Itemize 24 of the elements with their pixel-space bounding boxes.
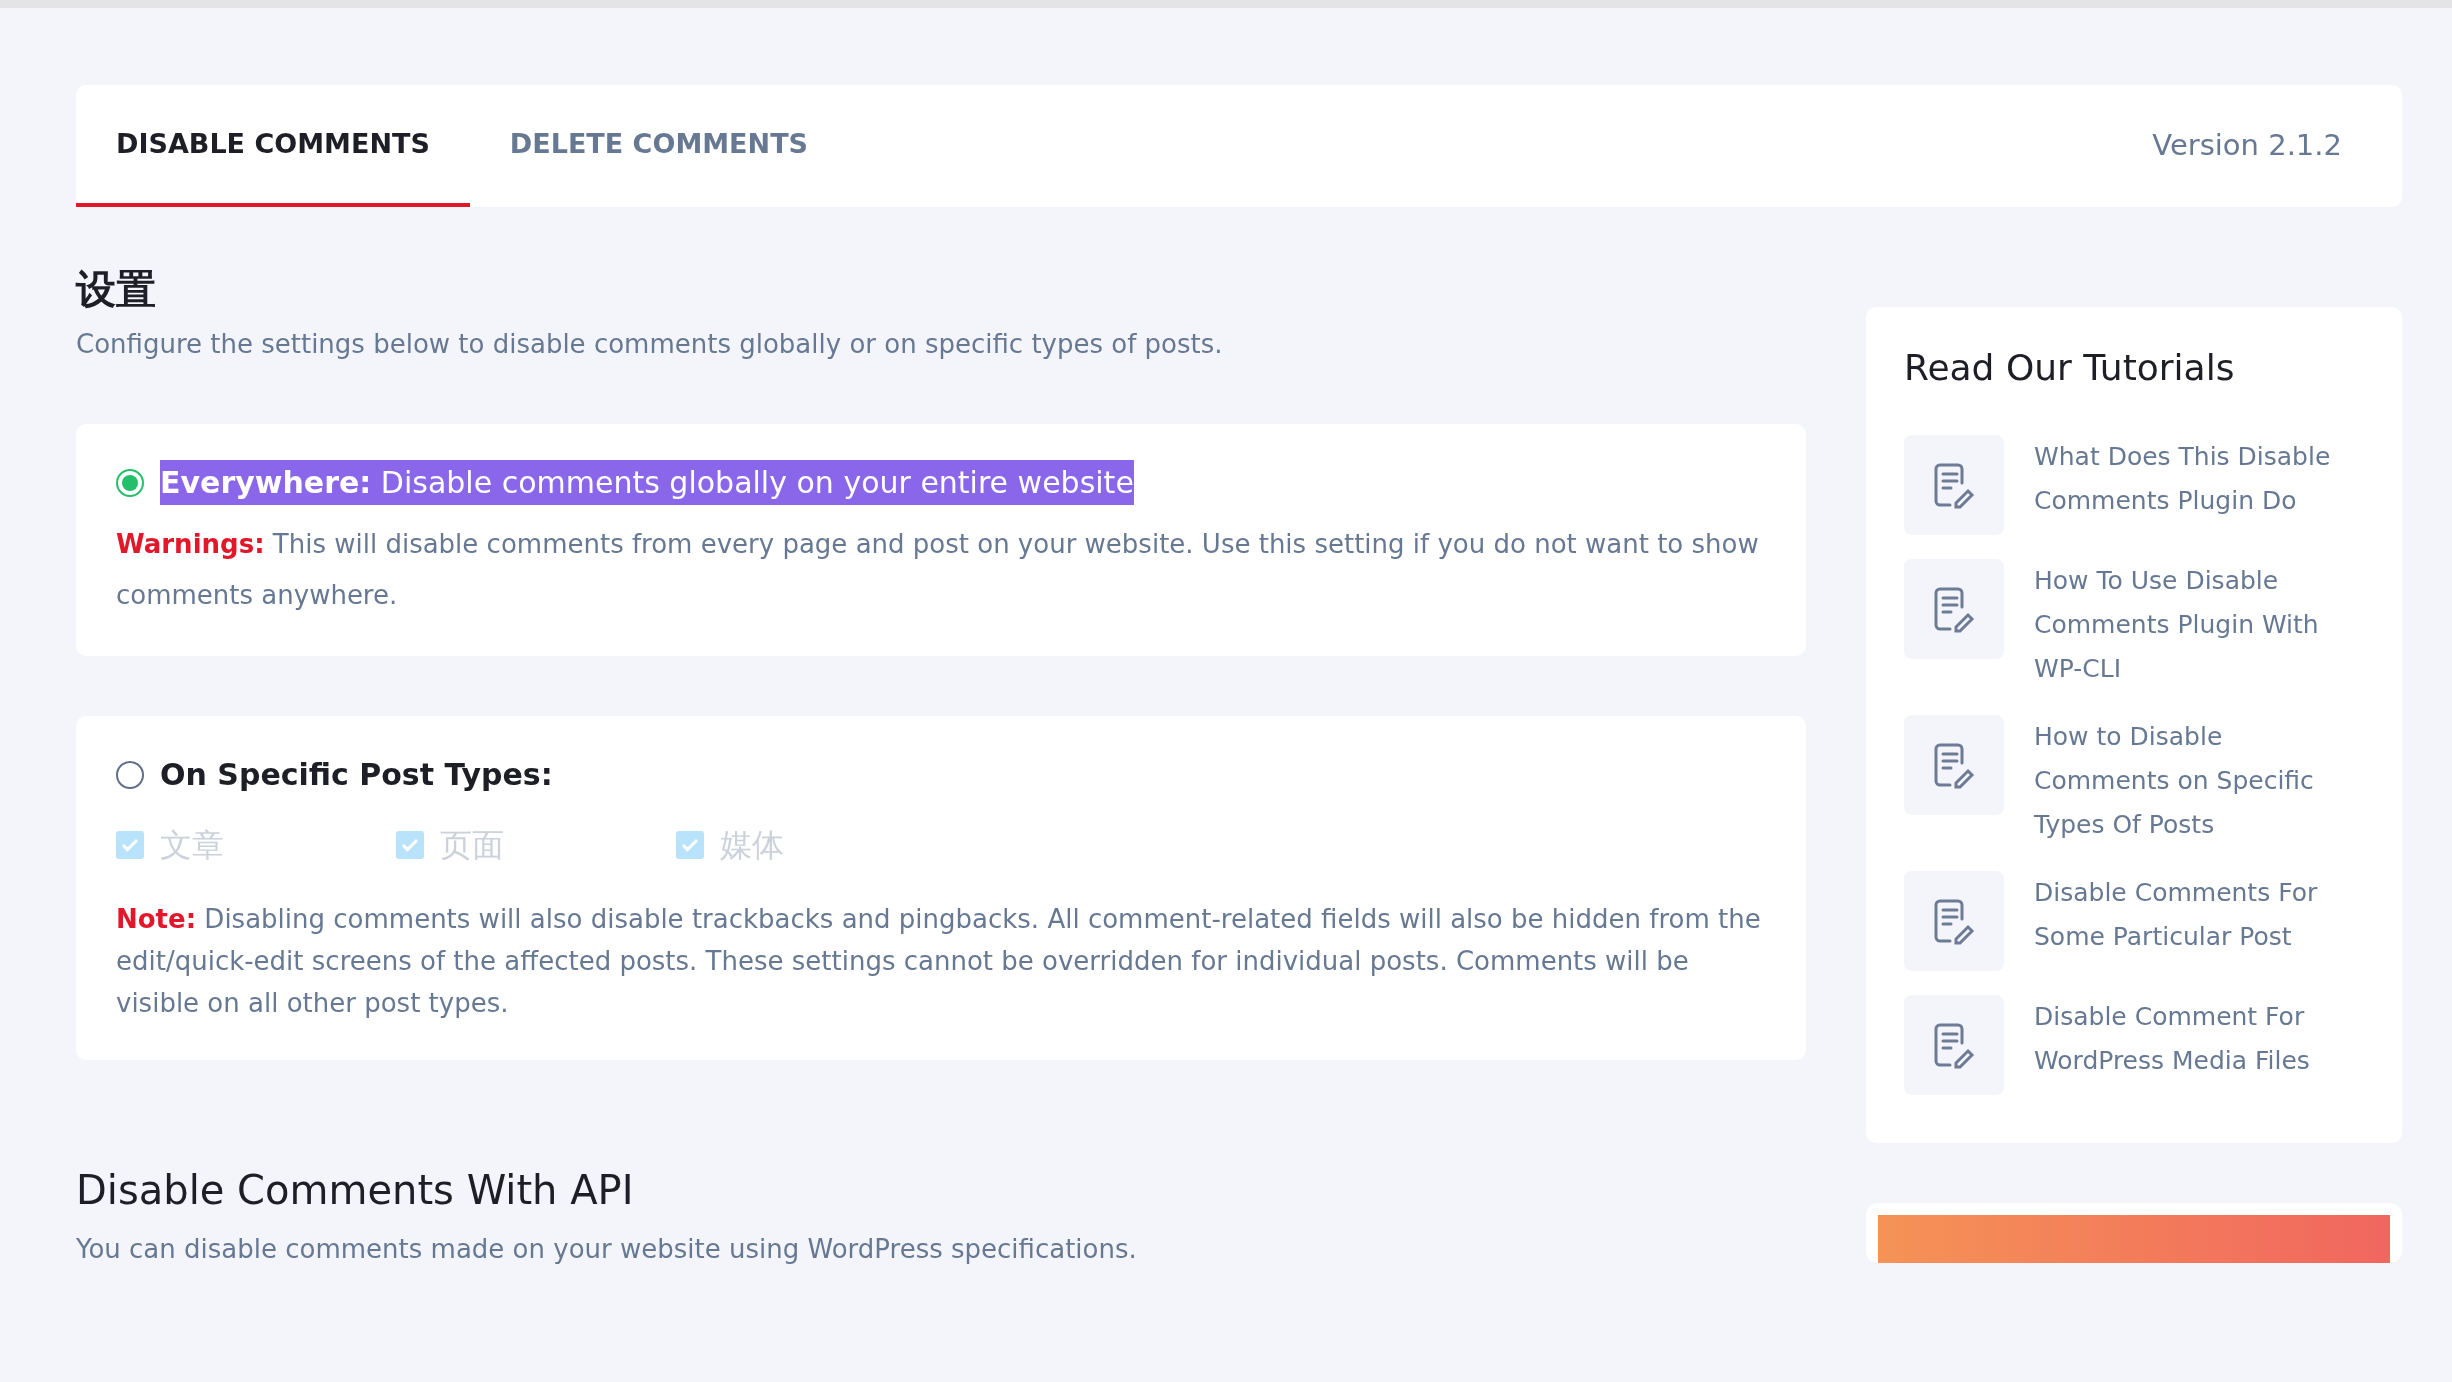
tutorial-link[interactable]: How to Disable Comments on Specific Types Of Posts [2034, 715, 2364, 847]
radio-button[interactable] [116, 468, 144, 497]
version-label: Version 2.1.2 [2152, 127, 2343, 165]
document-edit-icon [1904, 435, 2004, 535]
tutorial-link[interactable]: Disable Comments For Some Particular Post [2034, 871, 2364, 959]
document-edit-icon [1904, 559, 2004, 659]
tab[interactable]: DISABLE COMMENTS [76, 85, 470, 207]
radio-button[interactable] [116, 760, 144, 789]
warning-text: Warnings: This will disable comments from every page and post on your website. Use this setting if you do not want to show comments anywhere. [116, 528, 1760, 612]
document-edit-icon [1904, 871, 2004, 971]
section-description: Configure the settings below to disable comments globally or on specific types of posts. [76, 328, 1224, 361]
option-label: Everywhere: Disable comments globally on your entire website [160, 460, 1134, 505]
card-title: Read Our Tutorials [1904, 346, 2236, 390]
option-label: On Specific Post Types: [160, 756, 553, 795]
section-description: You can disable comments made on your website using WordPress specifications. [76, 1233, 1138, 1267]
section-heading: Disable Comments With API [76, 1166, 635, 1216]
document-edit-icon [1904, 995, 2004, 1095]
note-text: Note: Disabling comments will also disable trackbacks and pingbacks. All comment-related fields will also be hidden from the edit/quick-edit screens of the affected posts. These settings cannot be overridden for individual posts. Comments will be visible on all other post types. [116, 903, 1762, 1020]
tutorial-link[interactable]: How To Use Disable Comments Plugin With WP-CLI [2034, 559, 2364, 691]
tutorial-link[interactable]: Disable Comment For WordPress Media Files [2034, 995, 2364, 1083]
tutorial-link[interactable]: What Does This Disable Comments Plugin Do [2034, 435, 2364, 523]
document-edit-icon [1904, 715, 2004, 815]
section-heading: 设置 [76, 265, 157, 314]
tab[interactable]: DELETE COMMENTS [469, 85, 849, 207]
